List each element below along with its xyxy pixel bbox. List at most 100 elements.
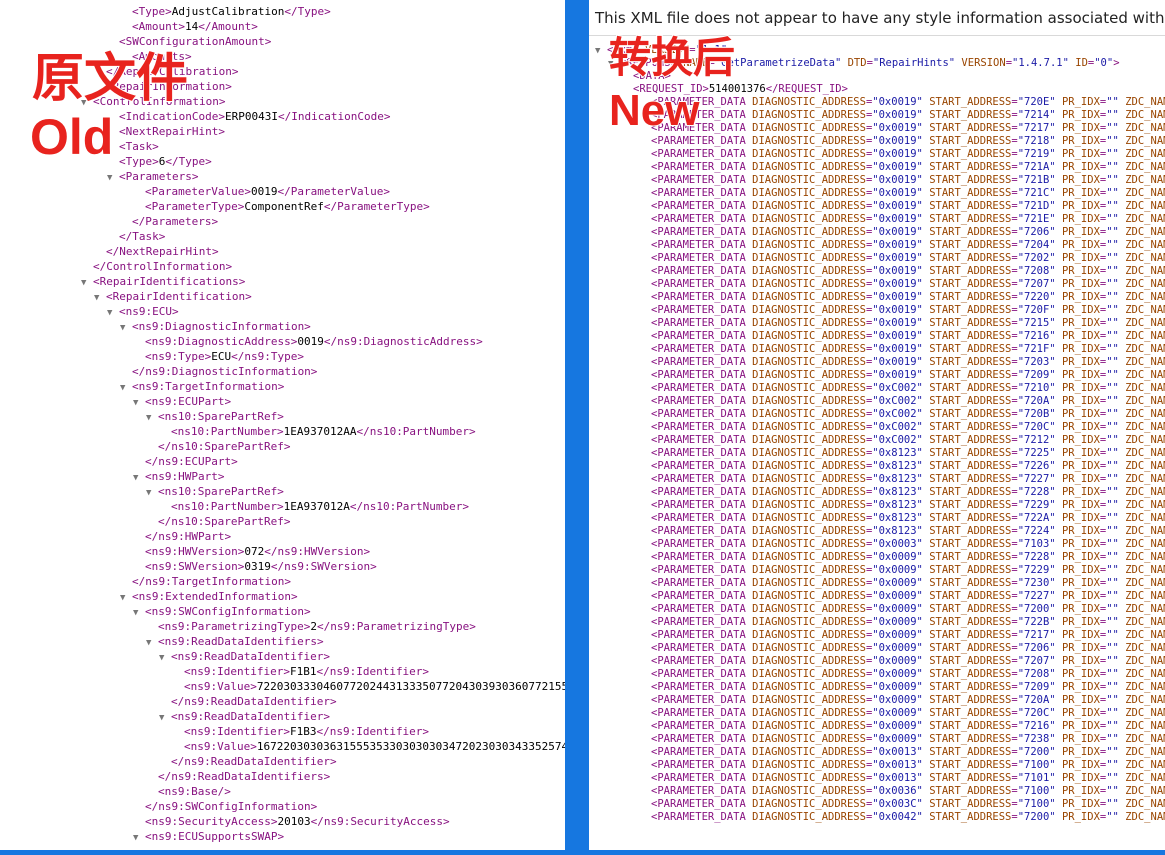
parameter-data-row: <PARAMETER_DATA DIAGNOSTIC_ADDRESS="0x81… — [651, 460, 1165, 473]
xml-attr: DIAGNOSTIC_ADDRESS — [752, 239, 866, 251]
xml-attr: START_ADDRESS — [929, 265, 1012, 277]
parameter-data-row: <PARAMETER_DATA DIAGNOSTIC_ADDRESS="0x00… — [651, 811, 1165, 824]
parameter-data-row: <PARAMETER_DATA DIAGNOSTIC_ADDRESS="0x00… — [651, 356, 1165, 369]
xml-attr: START_ADDRESS — [929, 525, 1012, 537]
xml-text: 2 — [310, 620, 317, 633]
xml-attr: PR_IDX — [1061, 369, 1100, 381]
xml-tag: <PARAMETER_DATA — [651, 278, 753, 290]
xml-attr: PR_IDX — [1061, 109, 1100, 121]
expand-toggle-icon[interactable]: ▼ — [120, 381, 132, 396]
xml-val: "0xC002" — [872, 382, 923, 394]
xml-val: "" — [1106, 317, 1119, 329]
xml-tag: <PARAMETER_DATA — [651, 785, 753, 797]
xml-attr: START_ADDRESS — [929, 564, 1012, 576]
xml-line: ▼ <ns9:ReadDataIdentifier> — [159, 709, 330, 724]
xml-val: "0x0019" — [872, 122, 923, 134]
old-label-cn: 原文件 — [31, 48, 189, 110]
expand-toggle-icon[interactable]: ▼ — [120, 591, 132, 606]
xml-attr: PR_IDX — [1061, 291, 1100, 303]
expand-toggle-icon[interactable]: ▼ — [159, 711, 171, 726]
xml-tag: <ns9:Identifier> — [184, 725, 290, 738]
xml-attr: DIAGNOSTIC_ADDRESS — [752, 343, 866, 355]
xml-tag: <PARAMETER_DATA — [651, 187, 753, 199]
xml-tag: <ns9:DiagnosticInformation> — [132, 320, 311, 333]
parameter-data-row: <PARAMETER_DATA DIAGNOSTIC_ADDRESS="0x00… — [651, 187, 1165, 200]
xml-tag: <ns10:PartNumber> — [171, 500, 284, 513]
new-file-panel: This XML file does not appear to have an… — [589, 0, 1165, 850]
expand-toggle-icon[interactable]: ▼ — [146, 486, 158, 501]
xml-val: "" — [1106, 369, 1119, 381]
xml-val: "7214" — [1017, 109, 1056, 121]
xml-val: "0x0019" — [872, 226, 923, 238]
xml-attr: PR_IDX — [1061, 629, 1100, 641]
xml-val: "0" — [1094, 57, 1114, 69]
parameter-data-row: <PARAMETER_DATA DIAGNOSTIC_ADDRESS="0x00… — [651, 785, 1165, 798]
xml-attr: START_ADDRESS — [929, 304, 1012, 316]
xml-val: "7200" — [1017, 746, 1056, 758]
expand-toggle-icon[interactable]: ▼ — [107, 171, 119, 186]
expand-toggle-icon[interactable]: ▼ — [107, 306, 119, 321]
xml-attr: ZDC_NAME — [1125, 603, 1165, 615]
xml-tag: <PARAMETER_DATA — [651, 161, 753, 173]
xml-val: "0x0019" — [872, 265, 923, 277]
expand-toggle-icon[interactable]: ▼ — [159, 651, 171, 666]
xml-tag: <ns9:ECU> — [119, 305, 179, 318]
xml-val: "720F" — [1017, 304, 1056, 316]
xml-tag: <ns9:ParametrizingType> — [158, 620, 311, 633]
xml-attr: START_ADDRESS — [929, 798, 1012, 810]
expand-toggle-icon[interactable]: ▼ — [133, 396, 145, 411]
expand-toggle-icon[interactable]: ▼ — [133, 471, 145, 486]
xml-tag: </ControlInformation> — [93, 260, 233, 273]
xml-attr: ZDC_NAME — [1125, 200, 1165, 212]
xml-val: "0x0009" — [872, 707, 923, 719]
xml-text: F1B1 — [289, 665, 317, 678]
xml-val: "7103" — [1017, 538, 1056, 550]
xml-tag: <IndicationCode> — [119, 110, 225, 123]
expand-toggle-icon[interactable]: ▼ — [146, 636, 158, 651]
expand-toggle-icon[interactable]: ▼ — [120, 321, 132, 336]
xml-val: "721B" — [1017, 174, 1056, 186]
xml-attr: PR_IDX — [1061, 499, 1100, 511]
xml-line: <Type>6</Type> — [107, 154, 212, 169]
xml-line: ▼ <RepairIdentifications> — [81, 274, 245, 289]
xml-attr: ZDC_NAME — [1125, 109, 1165, 121]
xml-attr: DIAGNOSTIC_ADDRESS — [752, 317, 866, 329]
xml-tag: <PARAMETER_DATA — [651, 577, 753, 589]
expand-toggle-icon[interactable]: ▼ — [595, 45, 607, 58]
xml-attr: ZDC_NAME — [1125, 460, 1165, 472]
xml-val: "7209" — [1017, 369, 1056, 381]
expand-toggle-icon[interactable]: ▼ — [133, 831, 145, 846]
xml-attr: DIAGNOSTIC_ADDRESS — [752, 616, 866, 628]
expand-toggle-icon[interactable]: ▼ — [133, 606, 145, 621]
xml-attr: START_ADDRESS — [929, 343, 1012, 355]
xml-tag: <PARAMETER_DATA — [651, 603, 753, 615]
xml-tag: <ns9:Type> — [145, 350, 212, 363]
xml-attr: PR_IDX — [1061, 226, 1100, 238]
expand-toggle-icon[interactable]: ▼ — [81, 276, 93, 291]
xml-tag: <RepairIdentifications> — [93, 275, 246, 288]
xml-tag: <PARAMETER_DATA — [651, 200, 753, 212]
parameter-data-row: <PARAMETER_DATA DIAGNOSTIC_ADDRESS="0x81… — [651, 486, 1165, 499]
xml-val: "0x8123" — [872, 499, 923, 511]
expand-toggle-icon[interactable]: ▼ — [94, 291, 106, 306]
xml-attr: ZDC_NAME — [1125, 642, 1165, 654]
xml-val: "721A" — [1017, 161, 1056, 173]
xml-line: <Task> — [107, 139, 159, 154]
xml-val: "7229" — [1017, 564, 1056, 576]
xml-attr: DIAGNOSTIC_ADDRESS — [752, 655, 866, 667]
xml-attr: PR_IDX — [1061, 694, 1100, 706]
expand-toggle-icon[interactable]: ▼ — [146, 411, 158, 426]
xml-val: "7220" — [1017, 291, 1056, 303]
xml-attr: PR_IDX — [1061, 434, 1100, 446]
xml-val: "" — [1106, 278, 1119, 290]
xml-tag: <ns9:Value> — [184, 680, 257, 693]
xml-attr: PR_IDX — [1061, 187, 1100, 199]
xml-tag: <PARAMETER_DATA — [651, 512, 753, 524]
xml-tag: <PARAMETER_DATA — [651, 798, 753, 810]
xml-val: "" — [1106, 746, 1119, 758]
xml-tag: </ns10:SparePartRef> — [158, 440, 291, 453]
xml-val: "" — [1106, 109, 1119, 121]
xml-attr: ZDC_NAME — [1125, 785, 1165, 797]
xml-attr: START_ADDRESS — [929, 161, 1012, 173]
xml-tag: <PARAMETER_DATA — [651, 369, 753, 381]
